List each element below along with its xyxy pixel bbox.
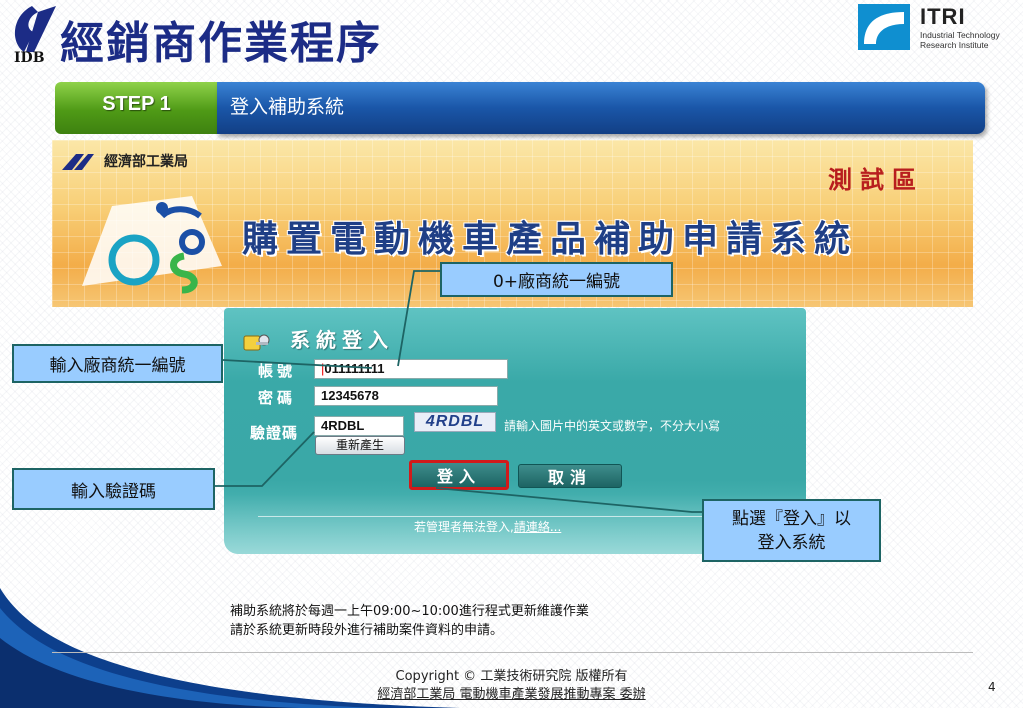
callout-enter-captcha: 輸入驗證碼	[12, 468, 215, 510]
captcha-label: 驗證碼	[250, 424, 299, 442]
itri-mark-icon	[858, 4, 910, 50]
account-label: 帳號	[258, 362, 297, 380]
step-title: 登入補助系統	[217, 82, 985, 134]
itri-logo: ITRI Industrial Technology Research Inst…	[858, 4, 1010, 52]
notice-line1: 補助系統將於每週一上午09:00~10:00進行程式更新維護作業	[230, 604, 589, 619]
itri-subtitle: Industrial Technology Research Institute	[920, 30, 1000, 50]
cancel-button[interactable]: 取消	[518, 464, 622, 488]
page-number: 4	[988, 680, 996, 694]
footer: Copyright © 工業技術研究院 版權所有 經濟部工業局 電動機車產業發展…	[0, 668, 1023, 704]
contact-prefix: 若管理者無法登入,	[414, 520, 514, 534]
escooter-logo-icon	[82, 196, 222, 294]
contact-text: 若管理者無法登入,請連絡...	[414, 518, 561, 535]
captcha-hint: 請輸入圖片中的英文或數字，不分大小寫	[504, 419, 721, 433]
ministry-name: 經濟部工業局	[104, 154, 188, 170]
contact-link[interactable]: 請連絡...	[514, 520, 561, 534]
idb-logo-text: IDB	[14, 50, 45, 66]
test-zone-label: 測試區	[828, 165, 924, 194]
system-title: 購置電動機車產品補助申請系統	[242, 218, 859, 260]
itri-sub-line1: Industrial Technology	[920, 30, 1000, 40]
copyright-text: Copyright © 工業技術研究院 版權所有	[395, 669, 628, 684]
callout-enter-account: 輸入廠商統一編號	[12, 344, 223, 383]
page-title: 經銷商作業程序	[60, 18, 382, 69]
callout-uniform-number: 0+廠商統一編號	[440, 262, 673, 297]
captcha-input[interactable]: 4RDBL	[314, 416, 404, 436]
itri-sub-line2: Research Institute	[920, 40, 989, 50]
captcha-image: 4RDBL	[414, 412, 496, 432]
notice-line2: 請於系統更新時段外進行補助案件資料的申請。	[230, 623, 504, 638]
maintenance-notice: 補助系統將於每週一上午09:00~10:00進行程式更新維護作業 請於系統更新時…	[230, 602, 589, 640]
callout-click-login: 點選『登入』以 登入系統	[702, 499, 881, 562]
regenerate-captcha-button[interactable]: 重新產生	[315, 436, 405, 455]
step-badge: STEP 1	[55, 82, 218, 134]
account-value: 011111111	[324, 361, 385, 376]
password-label: 密碼	[258, 389, 297, 407]
key-icon	[243, 334, 270, 351]
account-input[interactable]: |011111111	[314, 359, 508, 379]
login-button[interactable]: 登入	[409, 460, 509, 490]
password-input[interactable]: 12345678	[314, 386, 498, 406]
login-title: 系統登入	[290, 328, 394, 352]
footer-divider	[52, 652, 973, 653]
callout-click-login-line2: 登入系統	[757, 532, 826, 553]
callout-click-login-line1: 點選『登入』以	[732, 508, 851, 529]
moea-logo-icon	[62, 154, 94, 170]
sponsor-text: 經濟部工業局 電動機車產業發展推動專案 委辦	[377, 687, 646, 702]
itri-name: ITRI	[920, 4, 966, 29]
